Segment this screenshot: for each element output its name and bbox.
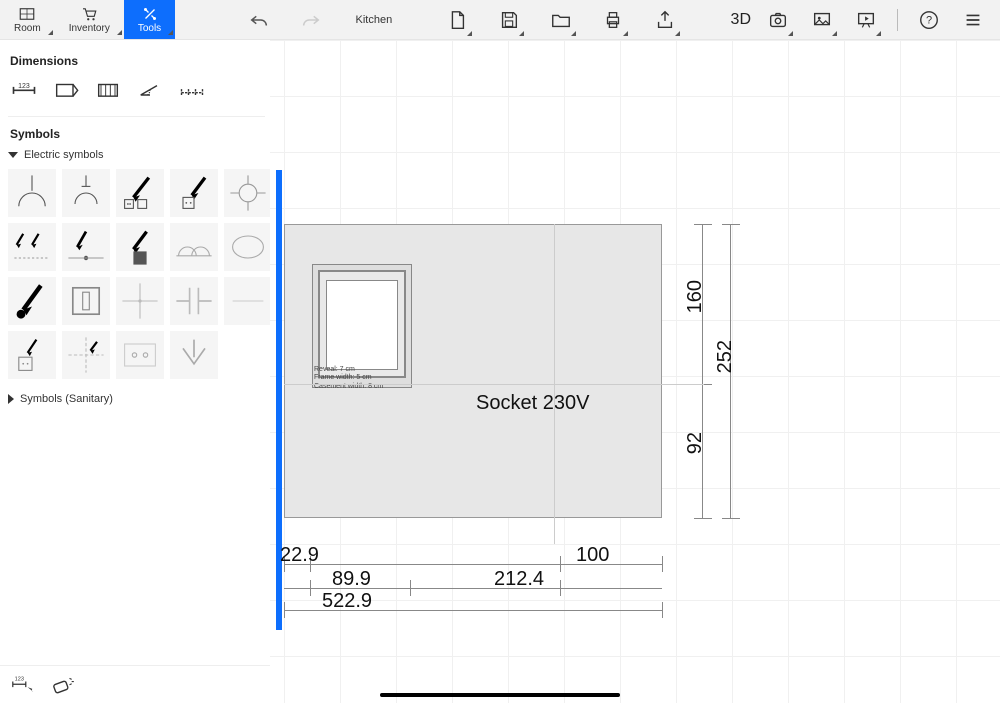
undo-icon [248, 9, 270, 31]
window-casement[interactable] [326, 280, 398, 370]
print-button[interactable] [596, 0, 630, 40]
camera-icon [767, 9, 789, 31]
dim-value: 22.9 [280, 544, 319, 567]
window-info-text: Reveal: 7 cm Frame width: 5 cm Casement … [314, 366, 383, 391]
camera-button[interactable] [761, 0, 795, 40]
symbol-wall-light[interactable] [62, 169, 110, 217]
electric-symbols-label: Electric symbols [24, 149, 103, 161]
tab-room-label: Room [14, 23, 41, 34]
laser-button[interactable] [50, 674, 76, 696]
room-name: Kitchen [356, 14, 393, 26]
tab-room[interactable]: Room [0, 0, 55, 39]
picture-icon [811, 9, 833, 31]
home-indicator [380, 693, 620, 697]
dim-chain-button[interactable] [178, 78, 206, 102]
dim-height-button[interactable] [94, 78, 122, 102]
symbol-two-dots[interactable] [116, 331, 164, 379]
screen-icon [855, 9, 877, 31]
sidebar: Dimensions 123 Symbols Electric symbols [0, 40, 274, 703]
svg-text:123: 123 [15, 677, 24, 683]
document-icon [446, 9, 468, 31]
symbol-empty [224, 331, 272, 379]
symbol-bolt-ground[interactable] [8, 277, 56, 325]
electric-symbols-toggle[interactable]: Electric symbols [8, 149, 265, 161]
redo-icon [300, 9, 322, 31]
redo-button[interactable] [294, 0, 328, 40]
view-3d-button[interactable]: 3D [731, 11, 751, 29]
symbol-mirror-arc[interactable] [224, 223, 272, 271]
dim-value: 160 [684, 280, 707, 313]
export-button[interactable] [648, 0, 682, 40]
tab-inventory-label: Inventory [69, 23, 110, 34]
dim-value: 212.4 [494, 568, 544, 591]
present-button[interactable] [849, 0, 883, 40]
dim-value: 522.9 [322, 590, 372, 613]
dimension-tool-row: 123 [8, 76, 265, 117]
tools-icon [140, 5, 160, 23]
symbol-capacitor[interactable] [170, 277, 218, 325]
symbol-dashed-cross[interactable] [62, 331, 110, 379]
new-button[interactable] [440, 0, 474, 40]
dim-value: 252 [714, 340, 737, 373]
chevron-right-icon [8, 394, 14, 404]
symbol-socket-double[interactable] [116, 169, 164, 217]
drawing-canvas[interactable]: Reveal: 7 cm Frame width: 5 cm Casement … [270, 40, 1000, 703]
measure-cursor-button[interactable]: 123 [10, 674, 36, 696]
folder-icon [550, 9, 572, 31]
dim-value: 92 [684, 432, 707, 454]
symbol-bolt-box[interactable] [116, 223, 164, 271]
svg-text:123: 123 [18, 83, 30, 90]
open-button[interactable] [544, 0, 578, 40]
socket-label[interactable]: Socket 230V [476, 392, 589, 415]
symbol-grid [8, 169, 265, 379]
cart-icon [79, 5, 99, 23]
dimensions-heading: Dimensions [10, 54, 263, 68]
symbol-switch-single[interactable] [62, 277, 110, 325]
symbol-socket-single-bolt[interactable] [170, 169, 218, 217]
print-icon [602, 9, 624, 31]
tab-inventory[interactable]: Inventory [55, 0, 124, 39]
save-button[interactable] [492, 0, 526, 40]
symbol-arrow-down[interactable] [170, 331, 218, 379]
symbol-connection[interactable] [224, 169, 272, 217]
render-button[interactable] [805, 0, 839, 40]
dim-auto-button[interactable] [52, 78, 80, 102]
sanitary-symbols-label: Symbols (Sanitary) [20, 393, 113, 405]
undo-button[interactable] [242, 0, 276, 40]
export-icon [654, 9, 676, 31]
chevron-down-icon [8, 152, 18, 158]
tab-tools[interactable]: Tools [124, 0, 175, 39]
dim-linear-button[interactable]: 123 [10, 78, 38, 102]
dim-angle-button[interactable] [136, 78, 164, 102]
hamburger-icon [962, 9, 984, 31]
tab-tools-label: Tools [138, 23, 161, 34]
save-icon [498, 9, 520, 31]
dim-value: 100 [576, 544, 609, 567]
menu-button[interactable] [956, 0, 990, 40]
symbol-blank-line[interactable] [224, 277, 272, 325]
symbol-arc-pair[interactable] [170, 223, 218, 271]
sanitary-symbols-toggle[interactable]: Symbols (Sanitary) [8, 393, 265, 405]
symbol-bolt-point[interactable] [62, 223, 110, 271]
symbol-ceiling-light[interactable] [8, 169, 56, 217]
dim-value: 89.9 [332, 568, 371, 591]
bottom-toolbar: 123 [0, 665, 274, 703]
room-icon [17, 5, 37, 23]
symbols-heading: Symbols [10, 127, 263, 141]
symbol-socket-bolt-small[interactable] [8, 331, 56, 379]
symbol-double-bolt[interactable] [8, 223, 56, 271]
help-button[interactable]: ? [912, 0, 946, 40]
help-icon: ? [918, 9, 940, 31]
svg-text:?: ? [926, 14, 932, 26]
top-toolbar: Room Inventory Tools Kitchen [0, 0, 1000, 40]
symbol-cross[interactable] [116, 277, 164, 325]
